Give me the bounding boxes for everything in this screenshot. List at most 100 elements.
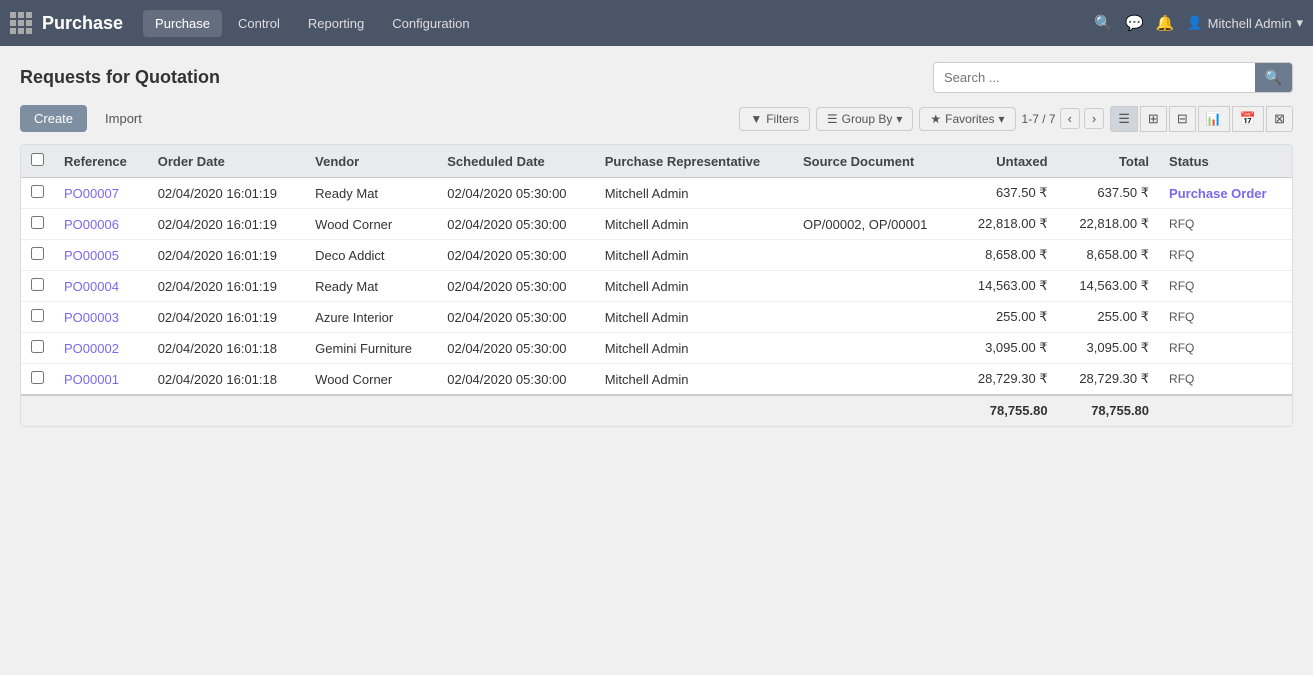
table-row[interactable]: PO00007 02/04/2020 16:01:19 Ready Mat 02…	[21, 178, 1292, 209]
cell-total: 14,563.00 ₹	[1058, 271, 1159, 302]
totals-empty-2	[54, 395, 148, 426]
cell-source-doc	[793, 271, 956, 302]
toolbar-left: Create Import	[20, 105, 152, 132]
cell-untaxed: 255.00 ₹	[956, 302, 1057, 333]
cell-untaxed: 22,818.00 ₹	[956, 209, 1057, 240]
row-checkbox[interactable]	[31, 278, 44, 291]
cell-total: 255.00 ₹	[1058, 302, 1159, 333]
col-reference[interactable]: Reference	[54, 145, 148, 178]
totals-empty-8	[1159, 395, 1292, 426]
table-row[interactable]: PO00006 02/04/2020 16:01:19 Wood Corner …	[21, 209, 1292, 240]
cell-reference[interactable]: PO00006	[54, 209, 148, 240]
user-menu[interactable]: 👤 Mitchell Admin ▾	[1186, 15, 1303, 31]
favorites-button[interactable]: ★ Favorites ▾	[919, 107, 1015, 131]
row-checkbox[interactable]	[31, 309, 44, 322]
cell-reference[interactable]: PO00001	[54, 364, 148, 396]
cell-source-doc: OP/00002, OP/00001	[793, 209, 956, 240]
nav-reporting[interactable]: Reporting	[296, 10, 376, 37]
table-row[interactable]: PO00005 02/04/2020 16:01:19 Deco Addict …	[21, 240, 1292, 271]
toolbar: Create Import ▼ Filters ☰ Group By ▾ ★ F…	[20, 105, 1293, 132]
group-by-button[interactable]: ☰ Group By ▾	[816, 107, 914, 131]
row-checkbox-cell	[21, 364, 54, 396]
col-untaxed[interactable]: Untaxed	[956, 145, 1057, 178]
cell-order-date: 02/04/2020 16:01:18	[148, 364, 305, 396]
filters-label: Filters	[766, 112, 799, 126]
list-view-button[interactable]: ☰	[1110, 106, 1138, 132]
col-scheduled-date[interactable]: Scheduled Date	[437, 145, 594, 178]
user-avatar-icon: 👤	[1186, 15, 1202, 31]
pager-prev[interactable]: ‹	[1060, 108, 1080, 129]
search-input[interactable]	[934, 65, 1255, 90]
table-row[interactable]: PO00002 02/04/2020 16:01:18 Gemini Furni…	[21, 333, 1292, 364]
filter-icon: ▼	[750, 112, 762, 126]
row-checkbox[interactable]	[31, 216, 44, 229]
cell-reference[interactable]: PO00004	[54, 271, 148, 302]
group-chevron-icon: ▾	[896, 112, 902, 126]
calendar-view-button[interactable]: 📅	[1232, 106, 1264, 132]
cell-reference[interactable]: PO00005	[54, 240, 148, 271]
totals-untaxed: 78,755.80	[956, 395, 1057, 426]
select-all-checkbox[interactable]	[31, 153, 44, 166]
totals-empty-7	[793, 395, 956, 426]
row-checkbox-cell	[21, 271, 54, 302]
nav-control[interactable]: Control	[226, 10, 292, 37]
row-checkbox-cell	[21, 302, 54, 333]
nav-configuration[interactable]: Configuration	[380, 10, 481, 37]
cell-reference[interactable]: PO00003	[54, 302, 148, 333]
col-status[interactable]: Status	[1159, 145, 1292, 178]
totals-total: 78,755.80	[1058, 395, 1159, 426]
cell-reference[interactable]: PO00002	[54, 333, 148, 364]
table-row[interactable]: PO00003 02/04/2020 16:01:19 Azure Interi…	[21, 302, 1292, 333]
apps-menu-icon[interactable]	[10, 12, 32, 34]
nav-menu: Purchase Control Reporting Configuration	[143, 10, 1084, 37]
cell-scheduled-date: 02/04/2020 05:30:00	[437, 240, 594, 271]
row-checkbox[interactable]	[31, 185, 44, 198]
favorites-chevron-icon: ▾	[999, 112, 1005, 126]
row-checkbox[interactable]	[31, 371, 44, 384]
page-header: Requests for Quotation 🔍	[20, 62, 1293, 93]
cell-reference[interactable]: PO00007	[54, 178, 148, 209]
filters-button[interactable]: ▼ Filters	[739, 107, 810, 131]
pivot-view-button[interactable]: ⊠	[1266, 106, 1293, 132]
pager: 1-7 / 7 ‹ ›	[1022, 108, 1105, 129]
cell-status: RFQ	[1159, 364, 1292, 396]
cell-vendor: Ready Mat	[305, 178, 437, 209]
row-checkbox-cell	[21, 209, 54, 240]
row-checkbox[interactable]	[31, 247, 44, 260]
cell-purchase-rep: Mitchell Admin	[595, 364, 793, 396]
cell-untaxed: 3,095.00 ₹	[956, 333, 1057, 364]
totals-empty-4	[305, 395, 437, 426]
create-button[interactable]: Create	[20, 105, 87, 132]
favorites-label: Favorites	[945, 112, 994, 126]
chart-view-button[interactable]: 📊	[1198, 106, 1230, 132]
cell-total: 637.50 ₹	[1058, 178, 1159, 209]
app-brand: Purchase	[42, 13, 123, 34]
col-vendor[interactable]: Vendor	[305, 145, 437, 178]
message-icon[interactable]: 💬	[1125, 14, 1144, 32]
col-purchase-rep[interactable]: Purchase Representative	[595, 145, 793, 178]
cell-untaxed: 28,729.30 ₹	[956, 364, 1057, 396]
col-source-doc[interactable]: Source Document	[793, 145, 956, 178]
grid-view-button[interactable]: ⊟	[1169, 106, 1196, 132]
search-button[interactable]: 🔍	[1255, 63, 1292, 92]
table-row[interactable]: PO00004 02/04/2020 16:01:19 Ready Mat 02…	[21, 271, 1292, 302]
nav-purchase[interactable]: Purchase	[143, 10, 222, 37]
cell-source-doc	[793, 240, 956, 271]
cell-order-date: 02/04/2020 16:01:18	[148, 333, 305, 364]
col-order-date[interactable]: Order Date	[148, 145, 305, 178]
row-checkbox[interactable]	[31, 340, 44, 353]
col-total[interactable]: Total	[1058, 145, 1159, 178]
import-button[interactable]: Import	[95, 105, 152, 132]
notification-icon[interactable]: 🔔	[1156, 14, 1175, 32]
group-icon: ☰	[827, 112, 838, 126]
main-content: Requests for Quotation 🔍 Create Import ▼…	[0, 46, 1313, 675]
star-icon: ★	[930, 112, 941, 126]
page-title: Requests for Quotation	[20, 67, 220, 88]
kanban-view-button[interactable]: ⊞	[1140, 106, 1167, 132]
totals-row: 78,755.80 78,755.80	[21, 395, 1292, 426]
cell-untaxed: 14,563.00 ₹	[956, 271, 1057, 302]
search-nav-icon[interactable]: 🔍	[1094, 14, 1113, 32]
pager-next[interactable]: ›	[1084, 108, 1104, 129]
table-row[interactable]: PO00001 02/04/2020 16:01:18 Wood Corner …	[21, 364, 1292, 396]
cell-source-doc	[793, 364, 956, 396]
